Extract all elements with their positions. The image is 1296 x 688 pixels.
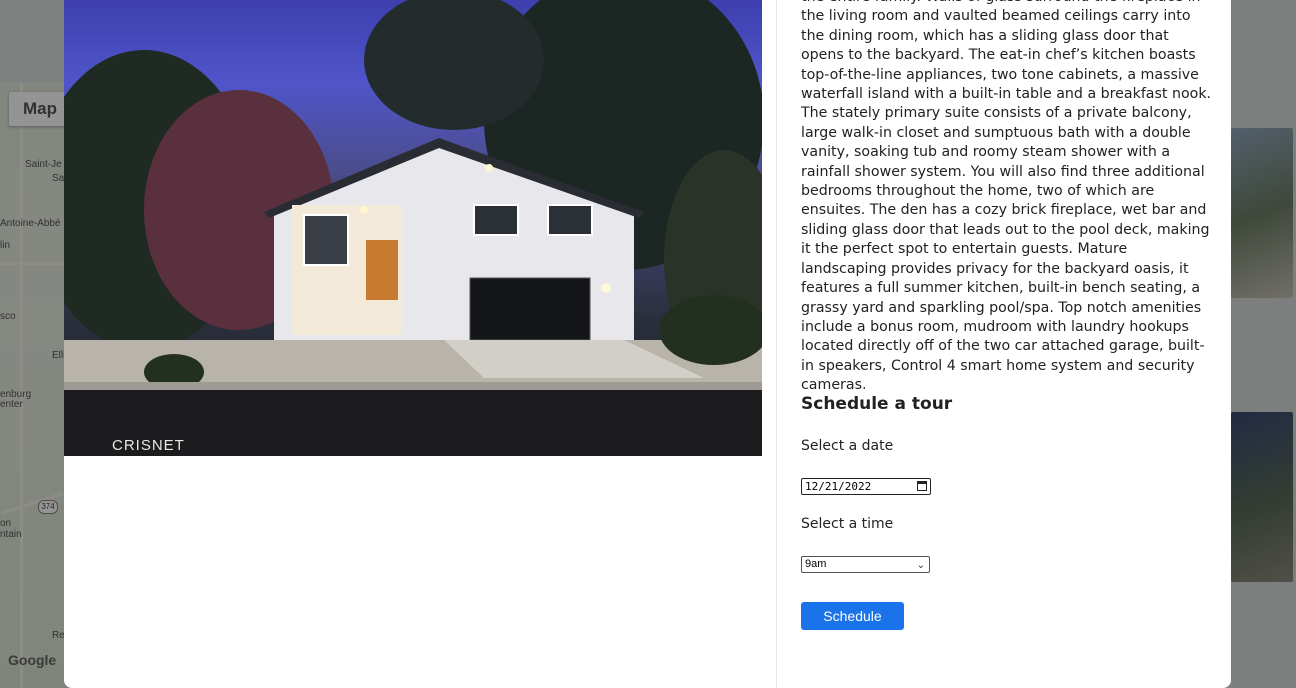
front-door [366,240,398,300]
time-value: 9am [805,558,827,570]
time-select[interactable]: 9am ⌄ [801,556,930,573]
schedule-button[interactable]: Schedule [801,602,904,630]
house-illustration [64,0,762,456]
calendar-icon[interactable] [917,481,927,491]
property-photo[interactable]: CRISNET [64,0,762,456]
window [547,204,593,236]
soffit-light [360,206,368,214]
window [473,204,519,236]
curb [64,382,762,390]
listing-description: the entire family. Walls of glass surrou… [801,0,1212,394]
chevron-down-icon: ⌄ [916,560,925,571]
date-input[interactable]: 12/21/2022 [801,478,931,495]
date-value: 12/21/2022 [805,480,872,493]
schedule-tour-heading: Schedule a tour [801,394,953,414]
photo-watermark: CRISNET [112,437,185,454]
listing-modal: CRISNET the entire family. Walls of glas… [64,0,1231,688]
garage-door [469,277,591,341]
window [303,214,349,266]
date-label: Select a date [801,438,894,454]
wall-light [601,283,611,293]
time-label: Select a time [801,516,894,532]
details-column: the entire family. Walls of glass surrou… [776,0,1231,688]
soffit-light [485,164,493,172]
